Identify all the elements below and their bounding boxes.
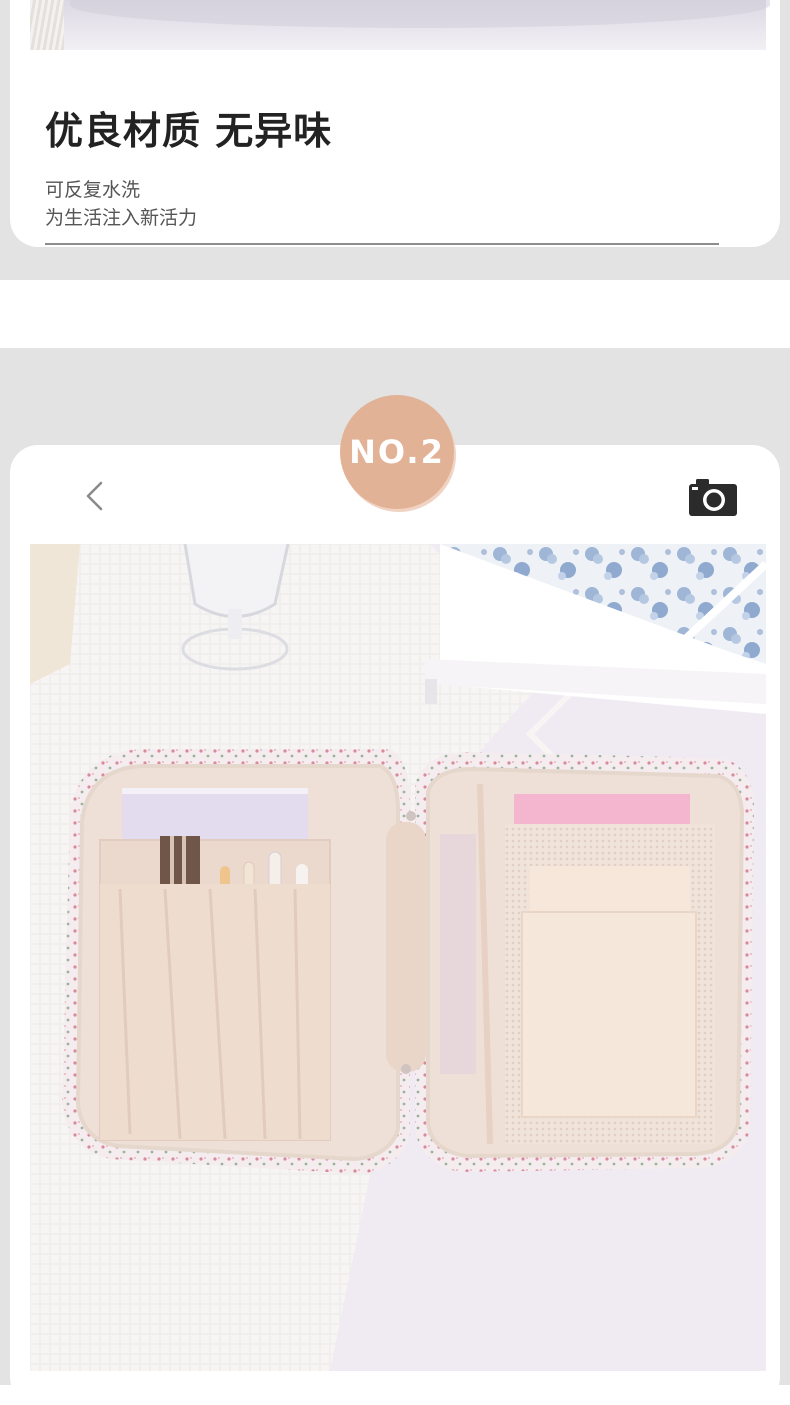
camera-icon	[689, 479, 737, 516]
feature-headline: 优良材质 无异味	[45, 109, 333, 153]
section-number-badge: NO.2	[340, 395, 454, 509]
product-photo	[30, 544, 766, 1371]
camera-button[interactable]	[688, 476, 740, 518]
divider	[45, 243, 719, 245]
feature-subline-1: 可反复水洗	[45, 179, 141, 201]
chevron-left-icon	[86, 481, 103, 511]
back-button[interactable]	[78, 478, 114, 514]
product-photo-crop	[30, 0, 770, 50]
feature-subline-2: 为生活注入新活力	[45, 207, 198, 229]
section-gap	[0, 280, 790, 348]
